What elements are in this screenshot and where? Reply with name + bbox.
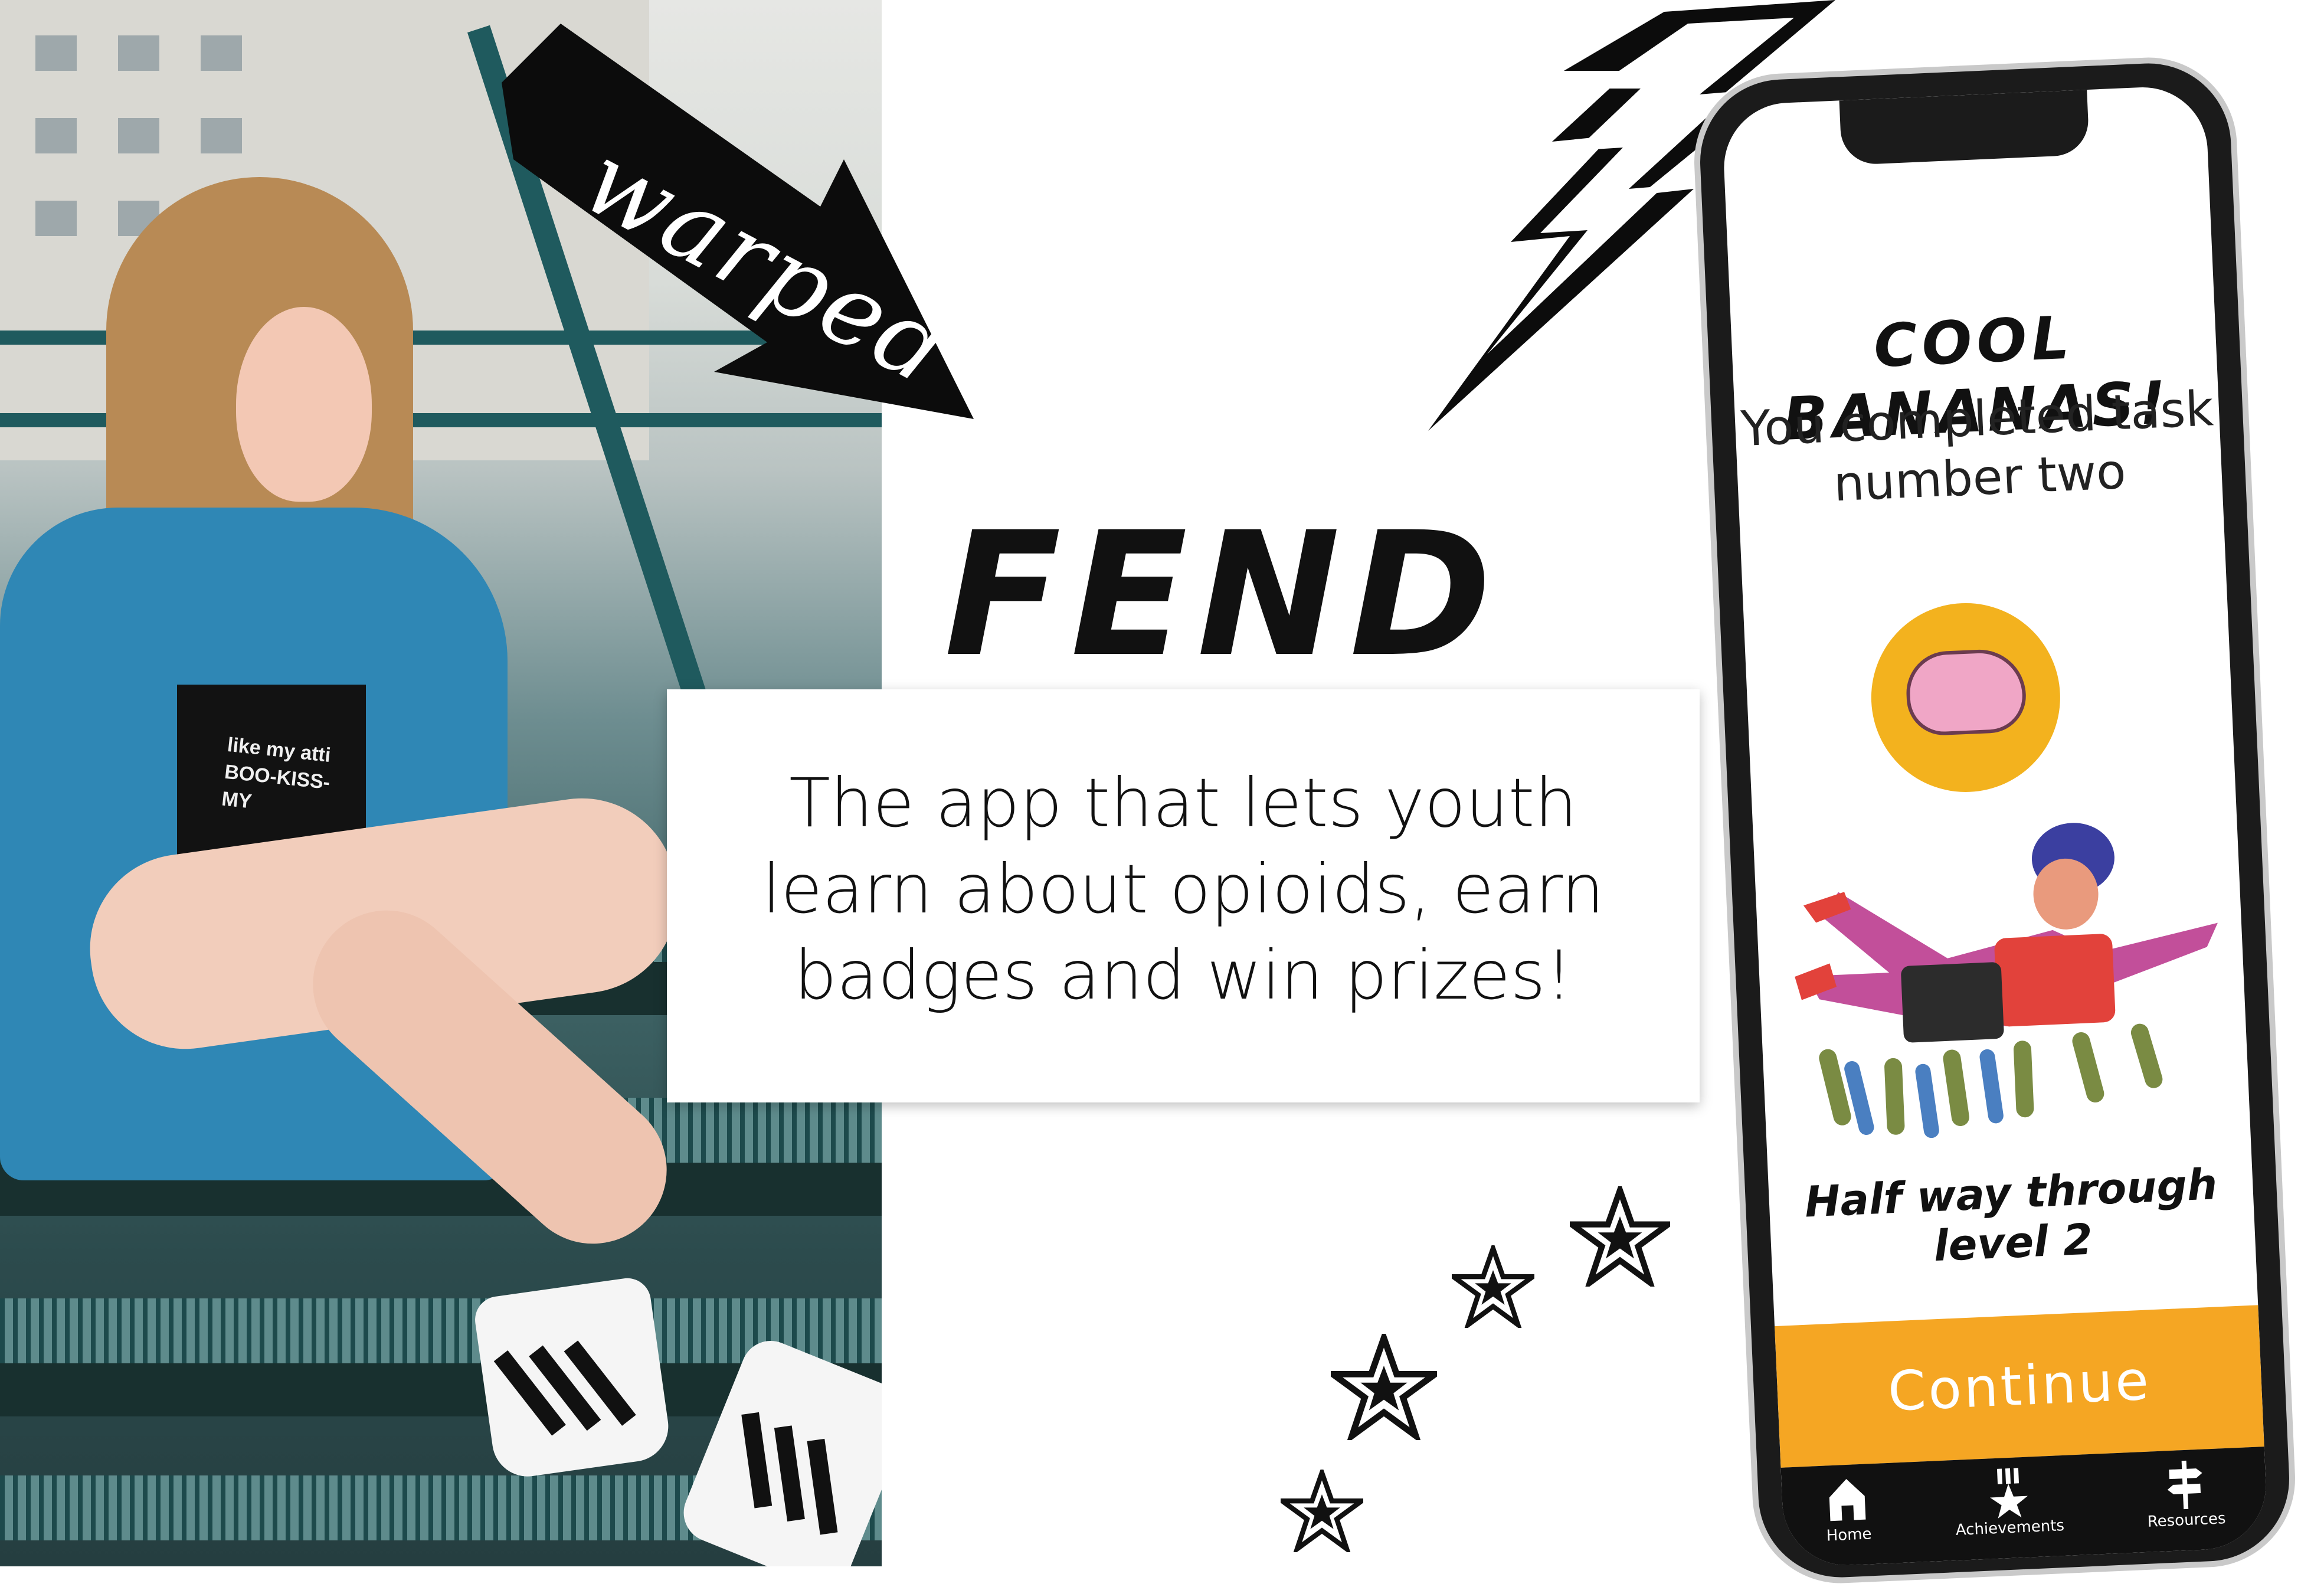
building-window bbox=[201, 35, 242, 71]
tab-achievements-label: Achievements bbox=[1955, 1517, 2065, 1540]
task-complete-message: You completed task number two bbox=[1740, 381, 2215, 513]
phone-frame: COOL BANANAS! You completed task number … bbox=[1690, 54, 2299, 1587]
building-window bbox=[35, 35, 77, 71]
app-screen: COOL BANANAS! You completed task number … bbox=[1721, 84, 2269, 1568]
tab-home-label: Home bbox=[1826, 1525, 1873, 1545]
level-progress-text: Half way through level 2 bbox=[1803, 1159, 2218, 1271]
person-face bbox=[236, 307, 372, 502]
star-icon bbox=[1570, 1186, 1670, 1287]
app-title: FEND bbox=[944, 496, 1501, 695]
building-window bbox=[118, 35, 159, 71]
building-window bbox=[35, 201, 77, 236]
building-window bbox=[201, 118, 242, 153]
tab-resources-label: Resources bbox=[2147, 1510, 2227, 1531]
crowd-surfer-illustration bbox=[1795, 823, 2218, 1138]
tab-achievements[interactable]: Achievements bbox=[1953, 1464, 2065, 1540]
signpost-icon bbox=[2167, 1460, 2202, 1510]
shirt-print-text: like my atti BOO-KISS-MY bbox=[220, 733, 332, 813]
bottom-tab-bar: Home Achievements Resources bbox=[1780, 1447, 2269, 1568]
star-trophy-icon bbox=[1989, 1468, 2028, 1519]
star-icon bbox=[1452, 1245, 1534, 1328]
phone-mockup: COOL BANANAS! You completed task number … bbox=[1690, 54, 2299, 1587]
building-window bbox=[35, 118, 77, 153]
sneaker bbox=[472, 1275, 673, 1481]
tagline-text: The app that lets youth learn about opio… bbox=[762, 764, 1605, 1015]
tab-home[interactable]: Home bbox=[1823, 1472, 1873, 1545]
building-window bbox=[118, 118, 159, 153]
star-icon bbox=[1281, 1470, 1363, 1552]
brain-icon bbox=[1904, 647, 2028, 737]
phone-notch bbox=[1839, 90, 2090, 166]
star-icon bbox=[1331, 1334, 1437, 1440]
continue-button[interactable]: Continue bbox=[1775, 1305, 2264, 1468]
tab-resources[interactable]: Resources bbox=[2145, 1457, 2226, 1531]
badge-sun-circle bbox=[1867, 599, 2064, 796]
tagline-card: The app that lets youth learn about opio… bbox=[667, 689, 1700, 1102]
home-icon bbox=[1829, 1479, 1866, 1521]
